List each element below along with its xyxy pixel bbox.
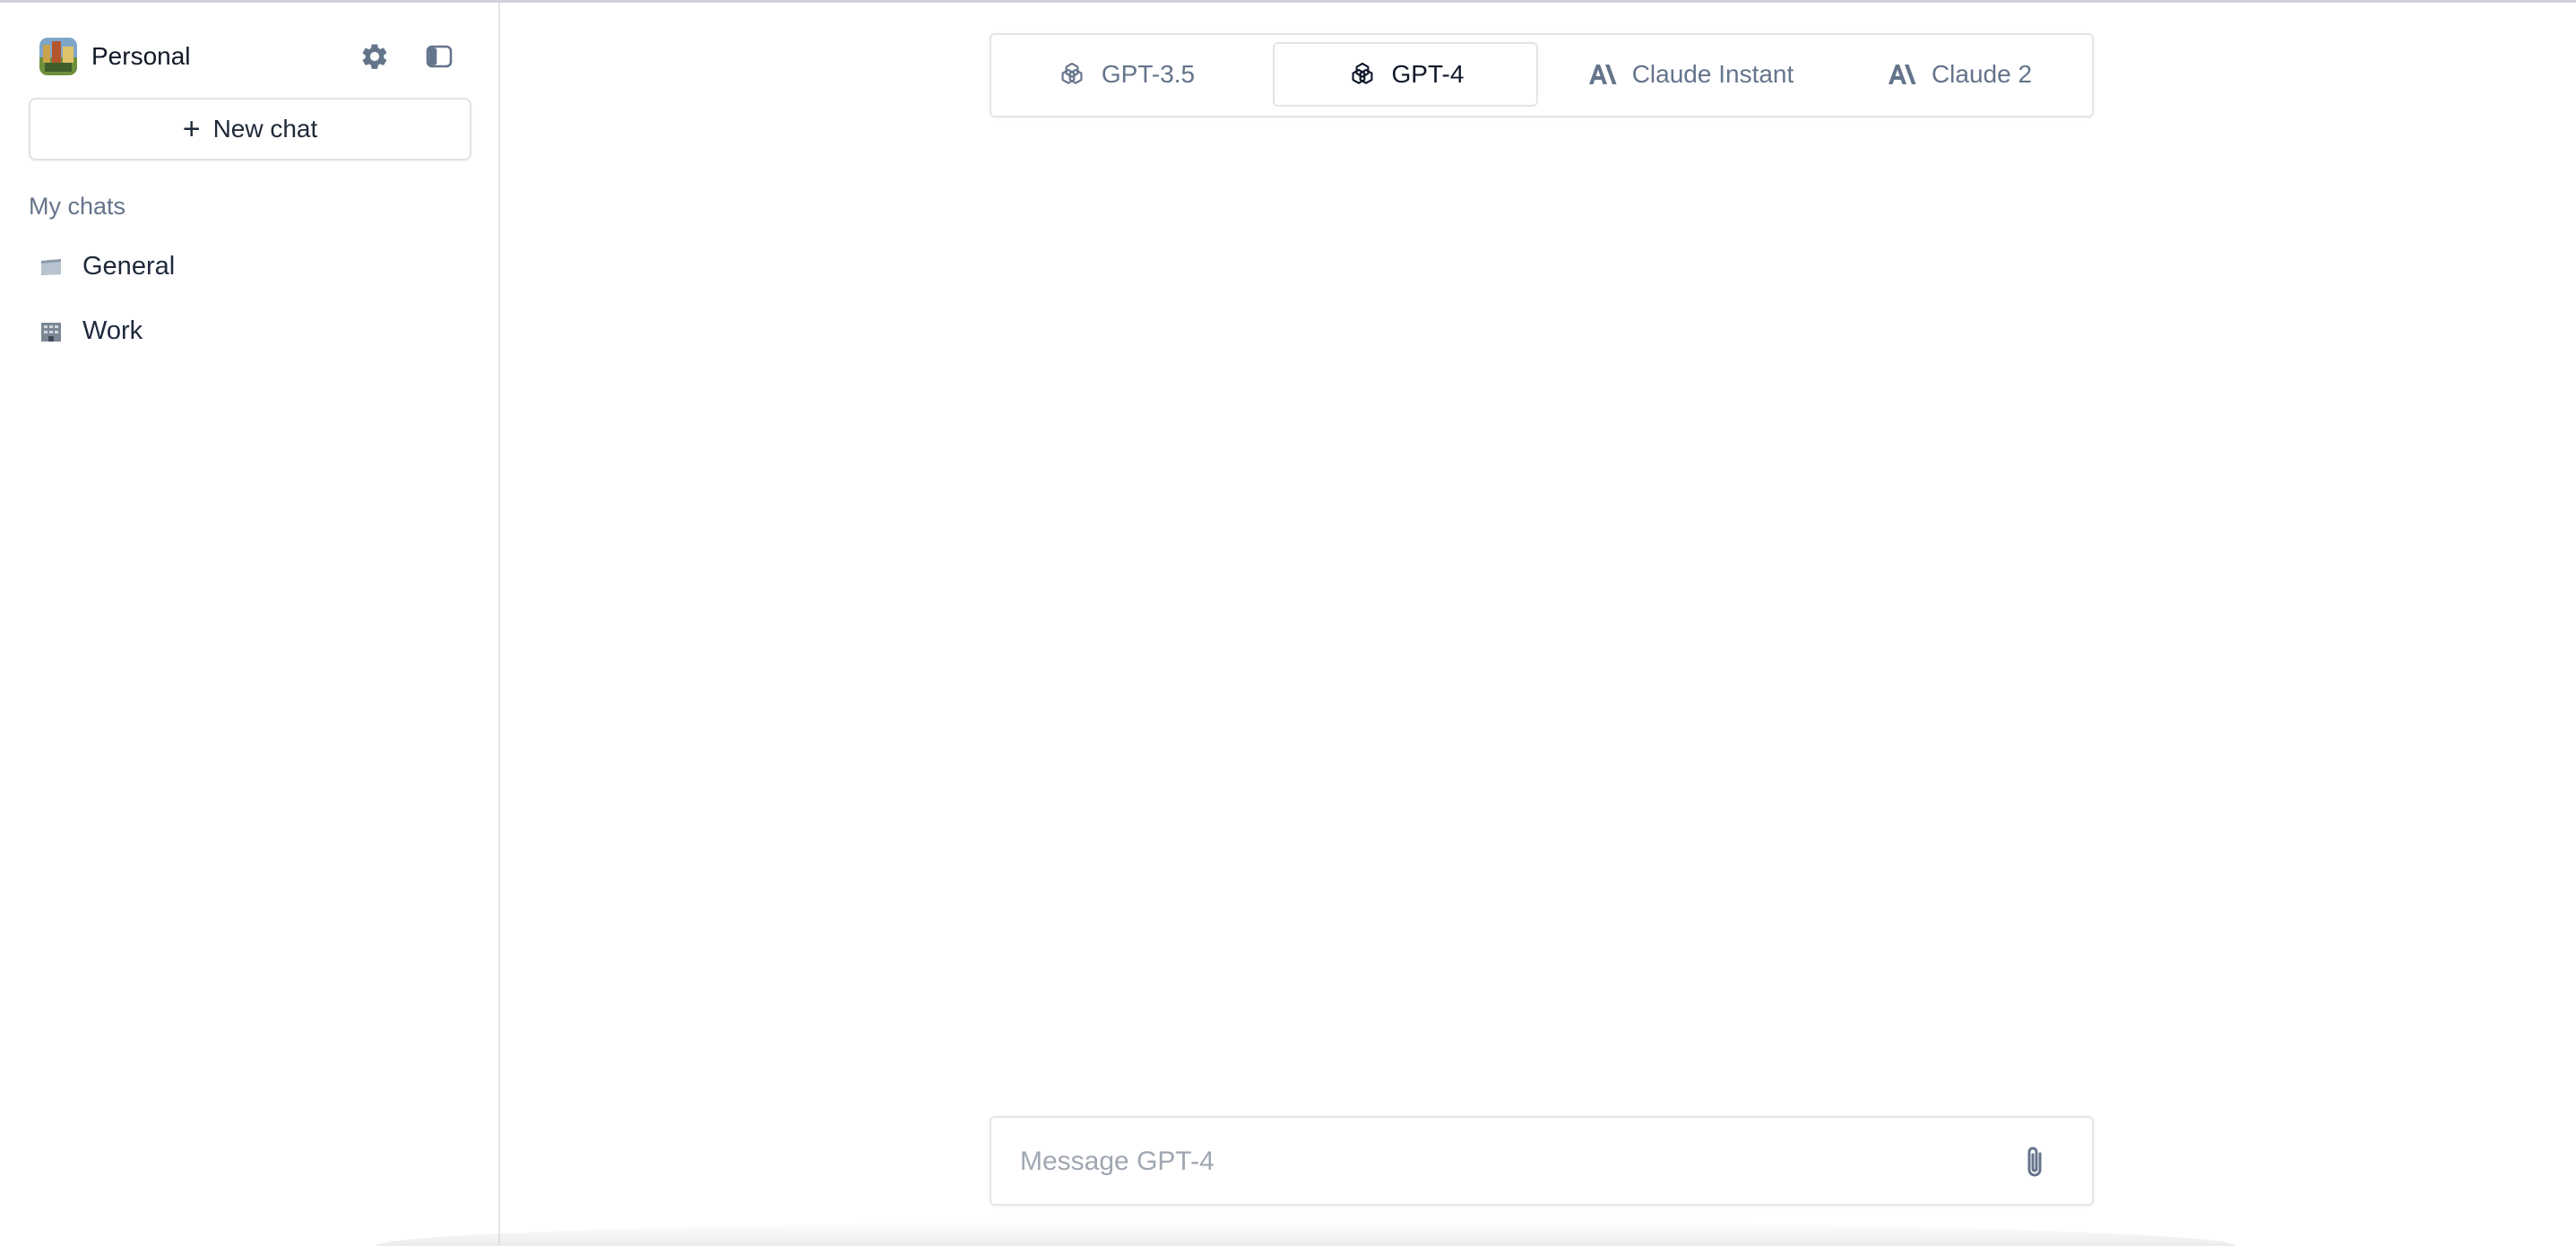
app-window: Personal + New chat My chats General Wor…: [0, 0, 2576, 1246]
tab-gpt-3-5[interactable]: GPT-3.5: [1045, 42, 1206, 107]
message-composer: [990, 1116, 2094, 1206]
gear-icon[interactable]: [355, 37, 394, 76]
sidebar-toggle-icon[interactable]: [419, 37, 459, 76]
folder-icon: [41, 258, 61, 275]
tab-claude-2[interactable]: Claude 2: [1852, 42, 2067, 107]
folder-label: General: [82, 252, 176, 281]
sidebar: Personal + New chat My chats General Wor…: [0, 3, 500, 1246]
folder-item-work[interactable]: Work: [39, 316, 143, 346]
paperclip-icon[interactable]: [2017, 1143, 2053, 1182]
anthropic-icon: [1588, 65, 1617, 84]
plus-icon: +: [182, 112, 201, 146]
workspace-avatar[interactable]: [39, 38, 77, 75]
tab-label: GPT-3.5: [1101, 60, 1196, 88]
tab-claude-instant[interactable]: Claude Instant: [1565, 42, 1816, 107]
folder-item-general[interactable]: General: [39, 252, 175, 281]
my-chats-heading: My chats: [29, 193, 126, 220]
model-selector: GPT-3.5 GPT-4 Claude Instant Claude 2: [990, 33, 2094, 117]
tab-label: Claude Instant: [1631, 60, 1794, 88]
workspace-name[interactable]: Personal: [91, 42, 191, 71]
sidebar-header: Personal: [39, 35, 459, 78]
building-icon: [41, 322, 61, 342]
folder-label: Work: [82, 316, 143, 345]
anthropic-icon: [1888, 65, 1916, 84]
tab-label: Claude 2: [1931, 60, 2033, 88]
new-chat-label: New chat: [212, 115, 318, 143]
new-chat-button[interactable]: + New chat: [29, 98, 471, 160]
tab-gpt-4[interactable]: GPT-4: [1273, 42, 1538, 107]
message-input[interactable]: [1018, 1118, 1990, 1206]
openai-icon: [1061, 62, 1083, 84]
bottom-shadow: [376, 1221, 2235, 1246]
openai-icon: [1352, 62, 1373, 84]
tab-label: GPT-4: [1391, 60, 1465, 88]
